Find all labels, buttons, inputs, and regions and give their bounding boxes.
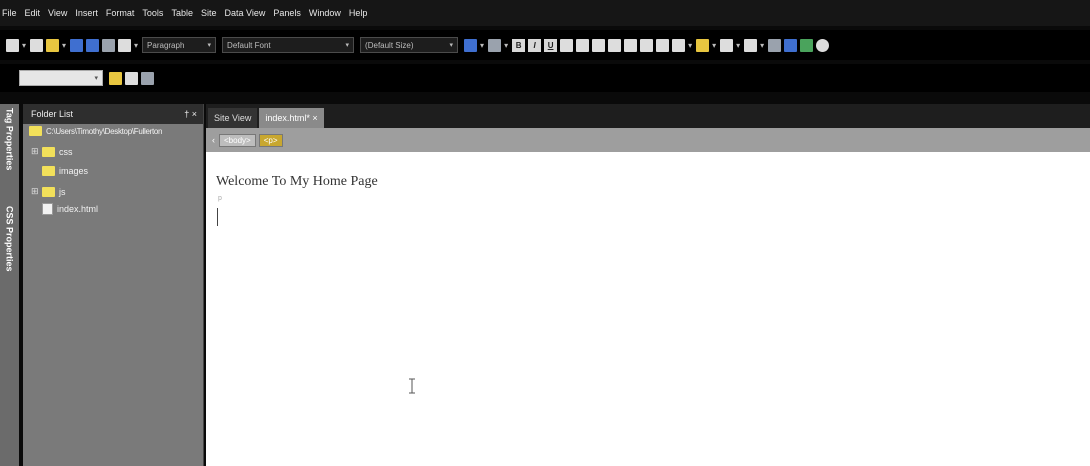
size-select[interactable]: (Default Size) ▾ [360, 37, 459, 53]
insert-picture-icon[interactable] [784, 38, 798, 52]
toolbar-combo[interactable]: ▾ [19, 70, 103, 86]
tag-p[interactable]: <p> [258, 133, 283, 147]
insert-layer-dropdown-icon[interactable]: ▾ [760, 41, 764, 50]
highlight-icon[interactable] [696, 38, 710, 52]
menu-format[interactable]: Format [106, 8, 135, 18]
bold-button[interactable]: B [512, 38, 526, 52]
open-dropdown-icon[interactable]: ▾ [62, 41, 66, 50]
paragraph-marker: p [218, 195, 222, 202]
underline-button[interactable]: U [544, 38, 558, 52]
menu-bar: File Edit View Insert Format Tools Table… [0, 0, 1090, 26]
quick-tag-selector: ‹ <body> <p> [206, 128, 1090, 152]
redo-dropdown-icon[interactable]: ▾ [504, 41, 508, 50]
print-dropdown-icon[interactable]: ▾ [134, 41, 138, 50]
folder-icon [42, 186, 55, 197]
borders-dropdown-icon[interactable]: ▾ [688, 41, 692, 50]
menu-data-view[interactable]: Data View [224, 8, 265, 18]
menu-tools[interactable]: Tools [142, 8, 163, 18]
menu-file[interactable]: File [2, 8, 17, 18]
bulleted-list-icon[interactable] [624, 38, 638, 52]
chevron-down-icon: ▾ [345, 42, 350, 49]
chevron-down-icon: ▾ [94, 75, 98, 82]
folder-icon [42, 166, 55, 176]
common-toolbar: ▾ ▾ ▾ Paragraph ▾ Default Font ▾ (Default … [0, 30, 1090, 60]
insert-table-icon[interactable] [768, 38, 782, 52]
decrease-indent-icon[interactable] [640, 38, 654, 52]
insert-layer-icon[interactable] [744, 38, 758, 52]
undo-icon[interactable] [464, 38, 478, 52]
menu-help[interactable]: Help [349, 8, 368, 18]
save-icon[interactable] [70, 38, 84, 52]
tab-index-html[interactable]: index.html* × [259, 108, 324, 128]
tree-root[interactable]: C:\Users\Timothy\Desktop\Fullerton [29, 126, 163, 136]
attach-stylesheet-icon[interactable] [141, 71, 154, 85]
tree-item-js[interactable]: ⊞ js [31, 186, 66, 197]
menu-window[interactable]: Window [309, 8, 341, 18]
panel-title: Folder List [31, 109, 74, 119]
folder-icon [42, 146, 55, 157]
preview-icon[interactable] [102, 38, 116, 52]
secondary-toolbar: ▾ [0, 64, 1090, 92]
html-file-icon [42, 203, 53, 215]
new-dropdown-icon[interactable]: ▾ [22, 41, 26, 50]
ibeam-cursor-icon [409, 378, 415, 394]
open-folder-icon[interactable] [46, 38, 60, 52]
design-view-editor[interactable]: Welcome To My Home Page p [206, 152, 1090, 466]
folder-icon [29, 126, 42, 136]
undo-dropdown-icon[interactable]: ▾ [480, 41, 484, 50]
highlight-dropdown-icon[interactable]: ▾ [712, 41, 716, 50]
redo-icon[interactable] [488, 38, 502, 52]
new-page-icon[interactable] [6, 38, 19, 52]
side-tab-strip: Tag Properties CSS Properties [0, 104, 19, 466]
print-icon[interactable] [118, 38, 132, 52]
expand-icon[interactable]: ⊞ [31, 146, 39, 157]
borders-icon[interactable] [672, 38, 686, 52]
insert-hyperlink-icon[interactable] [800, 38, 814, 52]
tag-body[interactable]: <body> [219, 133, 256, 147]
menu-insert[interactable]: Insert [75, 8, 98, 18]
italic-button[interactable]: I [528, 38, 542, 52]
menu-edit[interactable]: Edit [25, 8, 41, 18]
document-tabs: Site View index.html* × [206, 104, 1090, 128]
tab-site-view[interactable]: Site View [208, 108, 258, 128]
tree-item-css[interactable]: ⊞ css [31, 146, 73, 157]
pin-icon[interactable]: † [184, 109, 189, 119]
close-icon[interactable]: × [192, 109, 197, 119]
align-center-icon[interactable] [576, 38, 590, 52]
expression-web-window: File Edit View Insert Format Tools Table… [0, 0, 1090, 466]
style-select[interactable]: Paragraph ▾ [142, 37, 217, 53]
folder-list-header: Folder List † × [23, 104, 203, 124]
tab-css-properties[interactable]: CSS Properties [0, 202, 19, 302]
font-color-icon[interactable] [720, 38, 734, 52]
chevron-down-icon: ▾ [207, 42, 212, 49]
font-color-dropdown-icon[interactable]: ▾ [736, 41, 740, 50]
manage-styles-icon[interactable] [125, 71, 138, 85]
new-style-icon[interactable] [109, 71, 122, 85]
page-heading-text[interactable]: Welcome To My Home Page [216, 174, 378, 190]
tag-scroll-left-icon[interactable]: ‹ [212, 135, 215, 145]
align-right-icon[interactable] [592, 38, 606, 52]
record-icon[interactable] [816, 38, 830, 52]
align-left-icon[interactable] [560, 38, 574, 52]
menu-site[interactable]: Site [201, 8, 217, 18]
increase-indent-icon[interactable] [656, 38, 670, 52]
menu-table[interactable]: Table [171, 8, 193, 18]
numbered-list-icon[interactable] [608, 38, 622, 52]
chevron-down-icon: ▾ [449, 42, 454, 49]
folder-list-panel: Folder List † × C:\Users\Timothy\Desktop… [23, 104, 204, 466]
publish-icon[interactable] [86, 38, 100, 52]
tab-tag-properties[interactable]: Tag Properties [0, 104, 19, 192]
open-icon[interactable] [30, 38, 44, 52]
menu-view[interactable]: View [48, 8, 67, 18]
menu-panels[interactable]: Panels [273, 8, 301, 18]
font-select[interactable]: Default Font ▾ [222, 37, 355, 53]
tree-item-images[interactable]: images [31, 166, 88, 176]
expand-icon[interactable]: ⊞ [31, 186, 39, 197]
text-caret [217, 208, 218, 226]
tree-item-index-html[interactable]: index.html [31, 203, 98, 215]
